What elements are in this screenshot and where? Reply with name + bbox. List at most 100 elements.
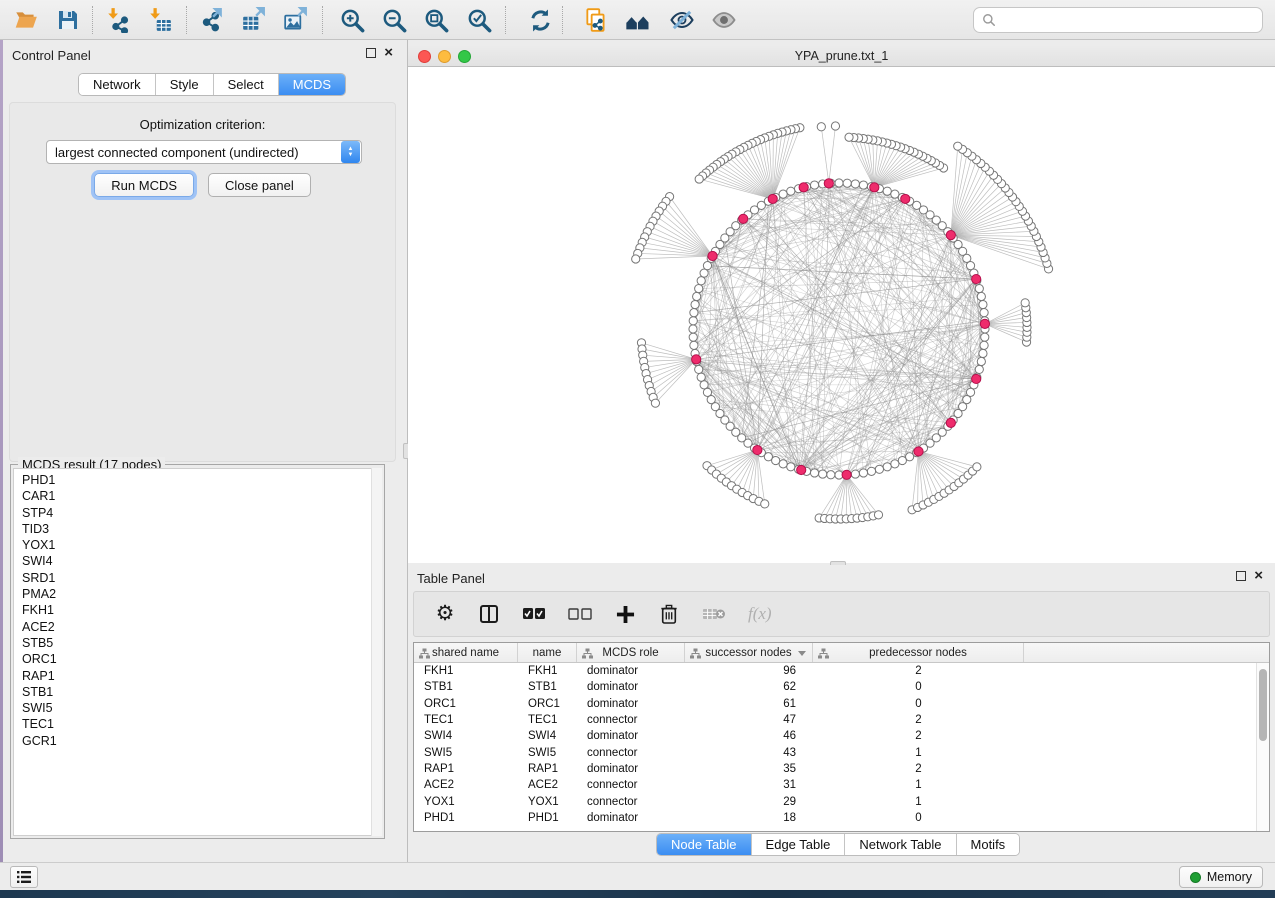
import-network-button[interactable] <box>100 3 136 37</box>
export-network-icon <box>199 7 225 33</box>
mcds-result-item[interactable]: ACE2 <box>22 619 381 635</box>
export-table-button[interactable] <box>236 3 272 37</box>
delete-table-icon <box>702 606 726 622</box>
tab-style[interactable]: Style <box>156 74 214 95</box>
cell-shared-name: STB1 <box>414 681 518 693</box>
mcds-result-item[interactable]: PMA2 <box>22 586 381 602</box>
zoom-in-button[interactable] <box>334 3 370 37</box>
export-image-button[interactable] <box>278 3 314 37</box>
cell-name: SWI5 <box>518 747 577 759</box>
show-all-button[interactable] <box>706 3 742 37</box>
cell-successor-nodes: 18 <box>685 812 813 824</box>
mcds-result-item[interactable]: TID3 <box>22 521 381 537</box>
memory-button[interactable]: Memory <box>1179 866 1263 888</box>
column-header-shared-name[interactable]: shared name <box>414 643 518 662</box>
cell-shared-name: SWI4 <box>414 730 518 742</box>
tab-motifs[interactable]: Motifs <box>957 834 1020 855</box>
first-neighbors-button[interactable] <box>620 3 656 37</box>
mcds-result-item[interactable]: CAR1 <box>22 488 381 504</box>
mcds-result-item[interactable]: STB5 <box>22 635 381 651</box>
delete-table-button[interactable] <box>702 600 726 628</box>
table-row[interactable]: RAP1RAP1dominator352 <box>414 761 1256 777</box>
task-history-button[interactable] <box>10 866 38 888</box>
mcds-result-item[interactable]: SWI4 <box>22 553 381 569</box>
deselect-all-button[interactable] <box>568 600 592 628</box>
new-network-from-selection-button[interactable] <box>578 3 614 37</box>
node-table-header: shared name nameMCDS rolesuccessor nodesp… <box>414 643 1269 663</box>
delete-column-button[interactable] <box>658 600 680 628</box>
table-row[interactable]: TEC1TEC1connector472 <box>414 712 1256 728</box>
save-session-button[interactable] <box>50 3 86 37</box>
table-scrollbar[interactable] <box>1256 663 1269 831</box>
table-row[interactable]: STB1STB1dominator620 <box>414 679 1256 695</box>
column-header-MCDS-role[interactable]: MCDS role <box>577 643 685 662</box>
column-label: shared name <box>432 647 499 659</box>
zoom-fit-button[interactable] <box>418 3 454 37</box>
close-panel-button[interactable]: × <box>384 48 393 58</box>
hide-selection-button[interactable] <box>664 3 700 37</box>
mcds-result-item[interactable]: SRD1 <box>22 570 381 586</box>
table-row[interactable]: SWI5SWI5connector431 <box>414 744 1256 760</box>
float-table-panel-button[interactable] <box>1236 571 1246 581</box>
cell-name: YOX1 <box>518 796 577 808</box>
search-box[interactable] <box>973 7 1263 33</box>
cell-MCDS-role: dominator <box>577 698 685 710</box>
tab-network-table[interactable]: Network Table <box>845 834 956 855</box>
cell-MCDS-role: connector <box>577 779 685 791</box>
table-row[interactable]: PHD1PHD1dominator180 <box>414 810 1256 826</box>
open-file-button[interactable] <box>8 3 44 37</box>
zoom-out-button[interactable] <box>376 3 412 37</box>
tab-mcds[interactable]: MCDS <box>279 74 345 95</box>
cell-shared-name: YOX1 <box>414 796 518 808</box>
close-panel-button-mcds[interactable]: Close panel <box>208 173 311 197</box>
table-panel: Table Panel × ⚙ f(x) <box>408 565 1275 862</box>
mcds-result-scrollbar[interactable] <box>371 468 382 836</box>
run-mcds-button[interactable]: Run MCDS <box>94 173 194 197</box>
add-column-button[interactable] <box>614 600 636 628</box>
toolbar-separator <box>92 6 93 34</box>
cell-predecessor-nodes: 1 <box>813 779 1024 791</box>
mcds-result-item[interactable]: FKH1 <box>22 602 381 618</box>
network-titlebar[interactable]: YPA_prune.txt_1 <box>408 45 1275 67</box>
export-network-button[interactable] <box>194 3 230 37</box>
network-canvas[interactable] <box>408 67 1275 563</box>
column-header-successor-nodes[interactable]: successor nodes <box>685 643 813 662</box>
cell-name: STB1 <box>518 681 577 693</box>
table-options-button[interactable]: ⚙ <box>434 600 456 628</box>
table-scrollbar-thumb[interactable] <box>1259 669 1267 741</box>
mcds-result-item[interactable]: YOX1 <box>22 537 381 553</box>
tab-edge-table[interactable]: Edge Table <box>752 834 846 855</box>
table-row[interactable]: SWI4SWI4dominator462 <box>414 728 1256 744</box>
mcds-result-list[interactable]: PHD1CAR1STP4TID3YOX1SWI4SRD1PMA2FKH1ACE2… <box>13 468 382 836</box>
apply-layout-button[interactable] <box>522 3 558 37</box>
mcds-result-item[interactable]: STB1 <box>22 684 381 700</box>
table-row[interactable]: FKH1FKH1dominator962 <box>414 663 1256 679</box>
mcds-result-item[interactable]: ORC1 <box>22 651 381 667</box>
cell-shared-name: TEC1 <box>414 714 518 726</box>
close-table-panel-button[interactable]: × <box>1254 571 1263 581</box>
show-columns-button[interactable] <box>478 600 500 628</box>
cell-MCDS-role: connector <box>577 796 685 808</box>
search-input[interactable] <box>1002 13 1254 27</box>
tab-select[interactable]: Select <box>214 74 279 95</box>
mcds-result-item[interactable]: RAP1 <box>22 668 381 684</box>
table-row[interactable]: YOX1YOX1connector291 <box>414 793 1256 809</box>
apply-function-button[interactable]: f(x) <box>748 600 772 628</box>
cell-shared-name: ACE2 <box>414 779 518 791</box>
table-row[interactable]: ACE2ACE2connector311 <box>414 777 1256 793</box>
mcds-result-item[interactable]: GCR1 <box>22 733 381 749</box>
tab-node-table[interactable]: Node Table <box>657 834 752 855</box>
zoom-selected-button[interactable] <box>461 3 497 37</box>
mcds-result-item[interactable]: STP4 <box>22 505 381 521</box>
tab-network[interactable]: Network <box>79 74 156 95</box>
column-header-predecessor-nodes[interactable]: predecessor nodes <box>813 643 1024 662</box>
mcds-result-item[interactable]: TEC1 <box>22 716 381 732</box>
select-all-button[interactable] <box>522 600 546 628</box>
table-row[interactable]: ORC1ORC1dominator610 <box>414 696 1256 712</box>
column-header-name[interactable]: name <box>518 643 577 662</box>
mcds-result-item[interactable]: PHD1 <box>22 472 381 488</box>
float-panel-button[interactable] <box>366 48 376 58</box>
import-table-button[interactable] <box>142 3 178 37</box>
mcds-result-item[interactable]: SWI5 <box>22 700 381 716</box>
optimization-criterion-select[interactable]: largest connected component (undirected)… <box>46 140 362 164</box>
